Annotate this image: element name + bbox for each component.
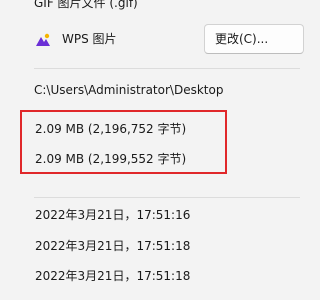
- file-type-value: GIF 图片文件 (.gif): [34, 0, 138, 10]
- divider: [34, 197, 300, 198]
- modified-date-value: 2022年3月21日，17:51:18: [35, 239, 191, 253]
- wps-picture-icon: [36, 33, 50, 46]
- change-open-with-button[interactable]: 更改(C)...: [204, 24, 304, 54]
- accessed-date-value: 2022年3月21日，17:51:18: [35, 269, 191, 283]
- location-value: C:\Users\Administrator\Desktop: [34, 83, 224, 97]
- divider: [34, 68, 300, 69]
- size-on-disk-value: 2.09 MB (2,199,552 字节): [35, 152, 187, 166]
- created-date-value: 2022年3月21日，17:51:16: [35, 208, 191, 222]
- open-with-app-name: WPS 图片: [62, 32, 117, 46]
- size-value: 2.09 MB (2,196,752 字节): [35, 122, 187, 136]
- file-properties-panel: GIF 图片文件 (.gif) WPS 图片 更改(C)... C:\Users…: [0, 0, 304, 300]
